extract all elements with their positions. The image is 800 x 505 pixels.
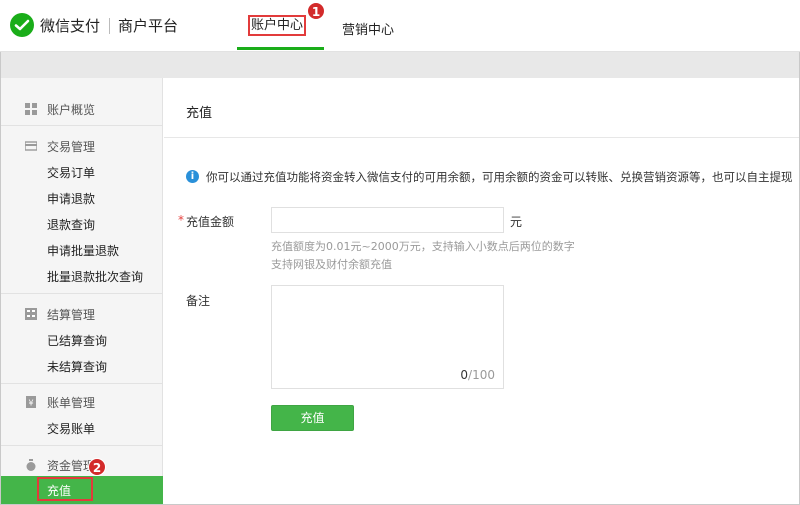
sidebar-item-label: 充值 — [47, 484, 72, 498]
sidebar-item-overview[interactable]: 账户概览 — [25, 101, 95, 118]
tab-account-center[interactable]: 账户中心 — [248, 15, 306, 36]
required-asterisk: * — [178, 213, 184, 227]
sidebar-group-label: 账单管理 — [47, 396, 96, 410]
step-badge-1: 1 — [307, 2, 325, 20]
char-count-max: /100 — [468, 368, 495, 382]
card-icon — [25, 141, 37, 151]
sidebar-divider — [1, 293, 163, 294]
sidebar-group-label: 交易管理 — [47, 140, 96, 154]
sidebar-item-recharge[interactable]: 充值 — [1, 476, 163, 504]
remark-label: 备注 — [186, 294, 211, 308]
amount-unit: 元 — [510, 215, 523, 229]
amount-label: 充值金额 — [186, 215, 235, 229]
sidebar-item-apply-refund[interactable]: 申请退款 — [47, 190, 95, 207]
sidebar-group-label: 结算管理 — [47, 308, 96, 322]
tab-marketing-center[interactable]: 营销中心 — [342, 19, 394, 38]
top-header: 微信支付 商户平台 账户中心 1 营销中心 — [0, 0, 800, 52]
sidebar-item-settled-query[interactable]: 已结算查询 — [47, 332, 107, 349]
grid-icon — [25, 103, 37, 115]
bill-icon: ¥ — [26, 396, 36, 408]
sidebar-item-trade-bill[interactable]: 交易账单 — [47, 420, 95, 437]
active-tab-underline — [237, 47, 324, 50]
sidebar-divider — [1, 383, 163, 384]
sidebar-group-settlement: 结算管理 — [25, 306, 95, 323]
sidebar-group-bills: ¥ 账单管理 — [25, 394, 95, 411]
platform-name: 商户平台 — [118, 17, 179, 35]
sub-header-bar — [1, 52, 799, 78]
page-title: 充值 — [186, 106, 213, 121]
svg-text:¥: ¥ — [28, 399, 33, 408]
char-counter: 0/100 — [460, 368, 495, 382]
info-message: 你可以通过充值功能将资金转入微信支付的可用余额，可用余额的资金可以转账、兑换营销… — [206, 170, 793, 184]
sidebar-item-refund-query[interactable]: 退款查询 — [47, 216, 95, 233]
sidebar-group-funds: 资金管理 — [25, 457, 95, 474]
amount-input[interactable] — [271, 207, 504, 233]
step-badge-2: 2 — [88, 458, 106, 476]
recharge-submit-button[interactable]: 充值 — [271, 405, 354, 431]
sidebar: 账户概览 交易管理 交易订单 申请退款 退款查询 申请批量退款 批量退款批次查询… — [1, 78, 163, 504]
main-content: 充值 i 你可以通过充值功能将资金转入微信支付的可用余额，可用余额的资金可以转账… — [164, 78, 799, 504]
payment-method-hint: 支持网银及财付余额充值 — [271, 258, 392, 271]
char-count-current: 0 — [460, 368, 469, 382]
sidebar-divider — [1, 445, 163, 446]
sidebar-group-trade: 交易管理 — [25, 138, 95, 155]
calculator-icon — [25, 308, 37, 320]
wechat-pay-logo-icon — [10, 13, 34, 37]
money-bag-icon — [26, 459, 36, 471]
info-icon: i — [186, 170, 199, 183]
remark-textarea[interactable]: 0/100 — [271, 285, 504, 389]
sidebar-item-label: 账户概览 — [47, 103, 96, 117]
sidebar-item-batch-refund[interactable]: 申请批量退款 — [47, 242, 119, 259]
brand-divider — [109, 18, 110, 34]
sidebar-item-unsettled-query[interactable]: 未结算查询 — [47, 358, 107, 375]
amount-hint: 充值额度为0.01元~2000万元，支持输入小数点后两位的数字 — [271, 240, 575, 253]
sidebar-divider — [1, 125, 163, 126]
brand-name: 微信支付 — [40, 17, 101, 35]
sidebar-item-trade-orders[interactable]: 交易订单 — [47, 164, 95, 181]
title-divider — [164, 137, 799, 138]
sidebar-item-batch-refund-query[interactable]: 批量退款批次查询 — [47, 268, 143, 285]
